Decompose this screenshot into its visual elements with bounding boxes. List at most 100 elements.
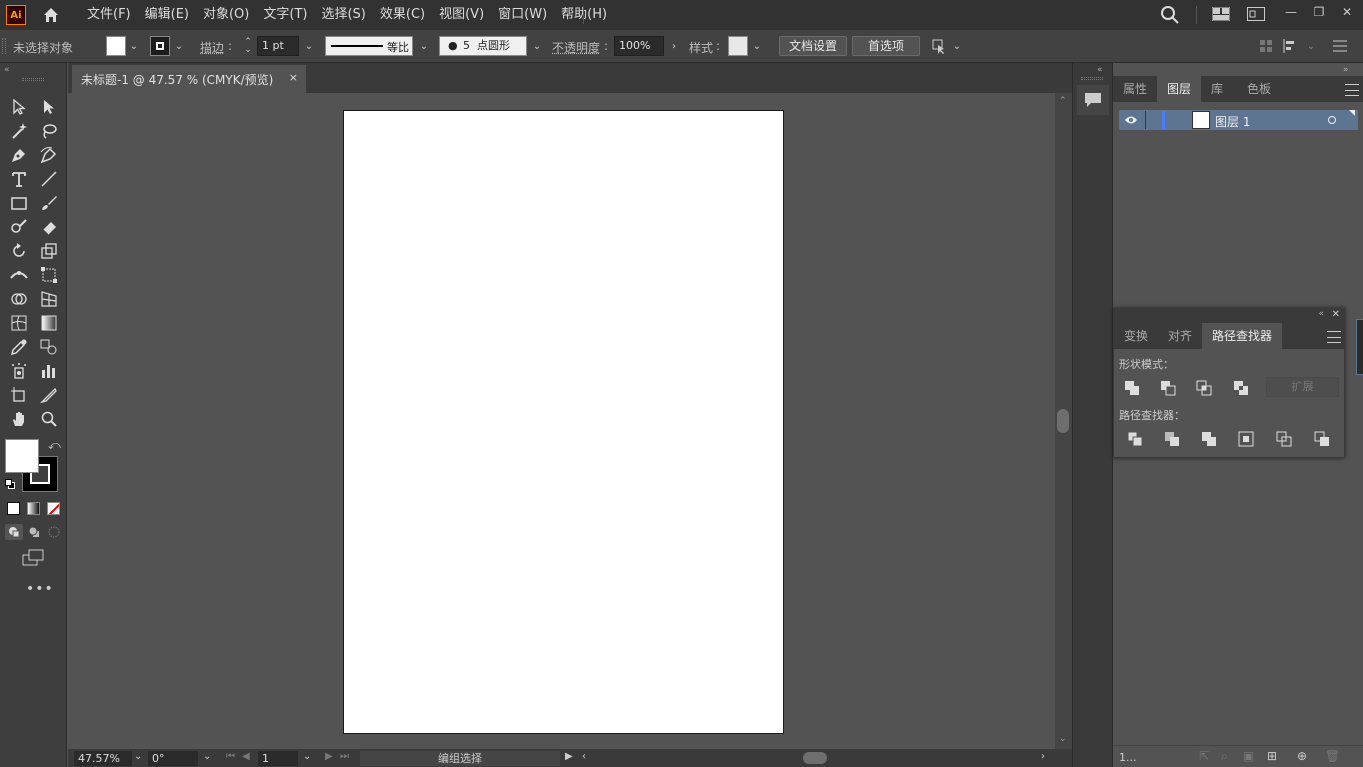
restore-icon[interactable]: ❐ bbox=[1308, 0, 1330, 24]
perspective-grid-tool-icon[interactable] bbox=[37, 288, 61, 310]
comments-icon[interactable] bbox=[1077, 85, 1109, 115]
tab-align[interactable]: 对齐 bbox=[1158, 323, 1202, 349]
layer-row[interactable]: 图层 1 bbox=[1119, 110, 1358, 130]
chevron-right-icon[interactable]: › bbox=[667, 36, 681, 56]
artboard[interactable] bbox=[343, 110, 784, 734]
next-artboard-icon[interactable]: ▶ bbox=[325, 751, 333, 762]
zoom-input[interactable]: 47.57% bbox=[74, 751, 132, 766]
magic-wand-tool-icon[interactable] bbox=[7, 120, 31, 142]
tab-transform[interactable]: 变换 bbox=[1114, 323, 1158, 349]
fill-swatch[interactable] bbox=[106, 36, 126, 56]
transform-grid-icon[interactable] bbox=[1259, 39, 1273, 56]
menu-window[interactable]: 窗口(W) bbox=[491, 0, 554, 30]
document-tab[interactable]: 未标题-1 @ 47.57 % (CMYK/预览) × bbox=[72, 65, 306, 93]
search-icon[interactable] bbox=[1160, 5, 1180, 28]
menu-effect[interactable]: 效果(C) bbox=[373, 0, 432, 30]
close-tab-icon[interactable]: × bbox=[289, 71, 298, 84]
lasso-tool-icon[interactable] bbox=[37, 120, 61, 142]
clipping-mask-icon[interactable]: ▣ bbox=[1243, 749, 1254, 763]
panel-menu-icon[interactable] bbox=[1327, 331, 1341, 343]
dock-grip[interactable] bbox=[1081, 77, 1103, 80]
menu-object[interactable]: 对象(O) bbox=[196, 0, 256, 30]
edit-toolbar-icon[interactable]: ••• bbox=[26, 581, 54, 597]
visibility-eye-icon[interactable] bbox=[1122, 112, 1140, 128]
new-sublayer-icon[interactable]: ⊞ bbox=[1267, 749, 1277, 763]
gradient-mode-icon[interactable] bbox=[27, 502, 40, 515]
last-artboard-icon[interactable]: ⏭ bbox=[340, 751, 349, 762]
stepper-icon[interactable]: ⌃ ⌄ bbox=[241, 36, 255, 56]
minimize-icon[interactable]: — bbox=[1280, 0, 1302, 24]
collapse-panel-icon[interactable]: « bbox=[1318, 309, 1324, 319]
tab-layers[interactable]: 图层 bbox=[1157, 76, 1202, 102]
rectangle-tool-icon[interactable] bbox=[7, 192, 31, 214]
collapse-toolbar-icon[interactable]: « bbox=[4, 65, 10, 75]
scroll-right-icon[interactable]: › bbox=[1041, 751, 1045, 762]
draw-behind-icon[interactable] bbox=[25, 524, 43, 540]
type-tool-icon[interactable] bbox=[7, 168, 31, 190]
minus-back-icon[interactable] bbox=[1311, 428, 1333, 450]
crop-icon[interactable] bbox=[1235, 428, 1257, 450]
chevron-down-icon[interactable]: ⌄ bbox=[417, 36, 431, 56]
menu-file[interactable]: 文件(F) bbox=[80, 0, 138, 30]
tab-properties[interactable]: 属性 bbox=[1113, 76, 1157, 102]
close-panel-icon[interactable]: ✕ bbox=[1332, 309, 1340, 320]
horizontal-scroll-thumb[interactable] bbox=[803, 752, 827, 764]
chevron-down-icon[interactable]: ⌄ bbox=[134, 751, 142, 762]
panel-resize-handle[interactable] bbox=[1356, 319, 1363, 375]
stroke-label[interactable]: 描边 bbox=[200, 39, 224, 56]
chevron-down-icon[interactable]: ⌄ bbox=[750, 36, 764, 56]
artboard-tool-icon[interactable] bbox=[7, 384, 31, 406]
merge-icon[interactable] bbox=[1198, 428, 1220, 450]
status-menu-arrow-icon[interactable]: ▶ bbox=[565, 751, 573, 762]
chevron-down-icon[interactable]: ⌄ bbox=[302, 36, 316, 56]
outline-icon[interactable] bbox=[1273, 428, 1295, 450]
tab-libraries[interactable]: 库 bbox=[1201, 76, 1233, 102]
opacity-label[interactable]: 不透明度 bbox=[552, 39, 600, 56]
rotate-tool-icon[interactable] bbox=[7, 240, 31, 262]
preferences-button[interactable]: 首选项 bbox=[852, 36, 920, 56]
previous-artboard-icon[interactable]: ◀ bbox=[242, 751, 250, 762]
width-tool-icon[interactable] bbox=[7, 264, 31, 286]
chevron-down-icon[interactable]: ⌄ bbox=[1304, 36, 1318, 56]
direct-selection-tool-icon[interactable] bbox=[37, 96, 61, 118]
menu-help[interactable]: 帮助(H) bbox=[554, 0, 614, 30]
minus-front-icon[interactable] bbox=[1157, 377, 1179, 399]
rotation-input[interactable]: 0° bbox=[148, 751, 198, 766]
curvature-tool-icon[interactable] bbox=[37, 144, 61, 166]
gradient-tool-icon[interactable] bbox=[37, 312, 61, 334]
stroke-profile-select[interactable]: 等比 bbox=[325, 36, 413, 56]
scroll-down-icon[interactable]: ⌄ bbox=[1059, 734, 1067, 744]
line-segment-tool-icon[interactable] bbox=[37, 168, 61, 190]
swap-colors-icon[interactable]: ⤺ bbox=[48, 438, 61, 453]
home-icon[interactable] bbox=[40, 4, 62, 26]
free-transform-tool-icon[interactable] bbox=[37, 264, 61, 286]
selection-tool-icon[interactable] bbox=[7, 96, 31, 118]
style-swatch[interactable] bbox=[728, 36, 748, 56]
chevron-down-icon[interactable]: ⌄ bbox=[950, 36, 964, 56]
chevron-down-icon[interactable]: ⌄ bbox=[530, 36, 544, 56]
align-icon[interactable] bbox=[1283, 39, 1299, 56]
chevron-down-icon[interactable]: ⌄ bbox=[303, 751, 311, 762]
slice-tool-icon[interactable] bbox=[37, 384, 61, 406]
expand-dock-icon[interactable]: « bbox=[1097, 65, 1103, 75]
eraser-tool-icon[interactable] bbox=[37, 216, 61, 238]
expand-button[interactable]: 扩展 bbox=[1266, 377, 1339, 397]
default-colors-icon[interactable] bbox=[5, 479, 16, 490]
none-mode-icon[interactable] bbox=[47, 502, 60, 515]
stroke-weight-input[interactable]: 1 pt bbox=[257, 36, 299, 56]
scroll-up-icon[interactable]: ⌃ bbox=[1059, 96, 1067, 106]
mesh-tool-icon[interactable] bbox=[7, 312, 31, 334]
intersect-icon[interactable] bbox=[1193, 377, 1215, 399]
grip-handle[interactable] bbox=[2, 38, 6, 54]
menu-type[interactable]: 文字(T) bbox=[256, 0, 314, 30]
tab-swatches[interactable]: 色板 bbox=[1233, 76, 1281, 102]
scroll-left-icon[interactable]: ‹ bbox=[582, 751, 586, 762]
zoom-tool-icon[interactable] bbox=[37, 408, 61, 430]
menu-select[interactable]: 选择(S) bbox=[314, 0, 372, 30]
layer-name[interactable]: 图层 1 bbox=[1215, 113, 1250, 130]
select-similar-icon[interactable] bbox=[930, 37, 948, 58]
layer-target-icon[interactable] bbox=[1328, 116, 1336, 124]
divide-icon[interactable] bbox=[1124, 428, 1146, 450]
exclude-icon[interactable] bbox=[1230, 377, 1252, 399]
panel-menu-icon[interactable] bbox=[1345, 84, 1359, 96]
